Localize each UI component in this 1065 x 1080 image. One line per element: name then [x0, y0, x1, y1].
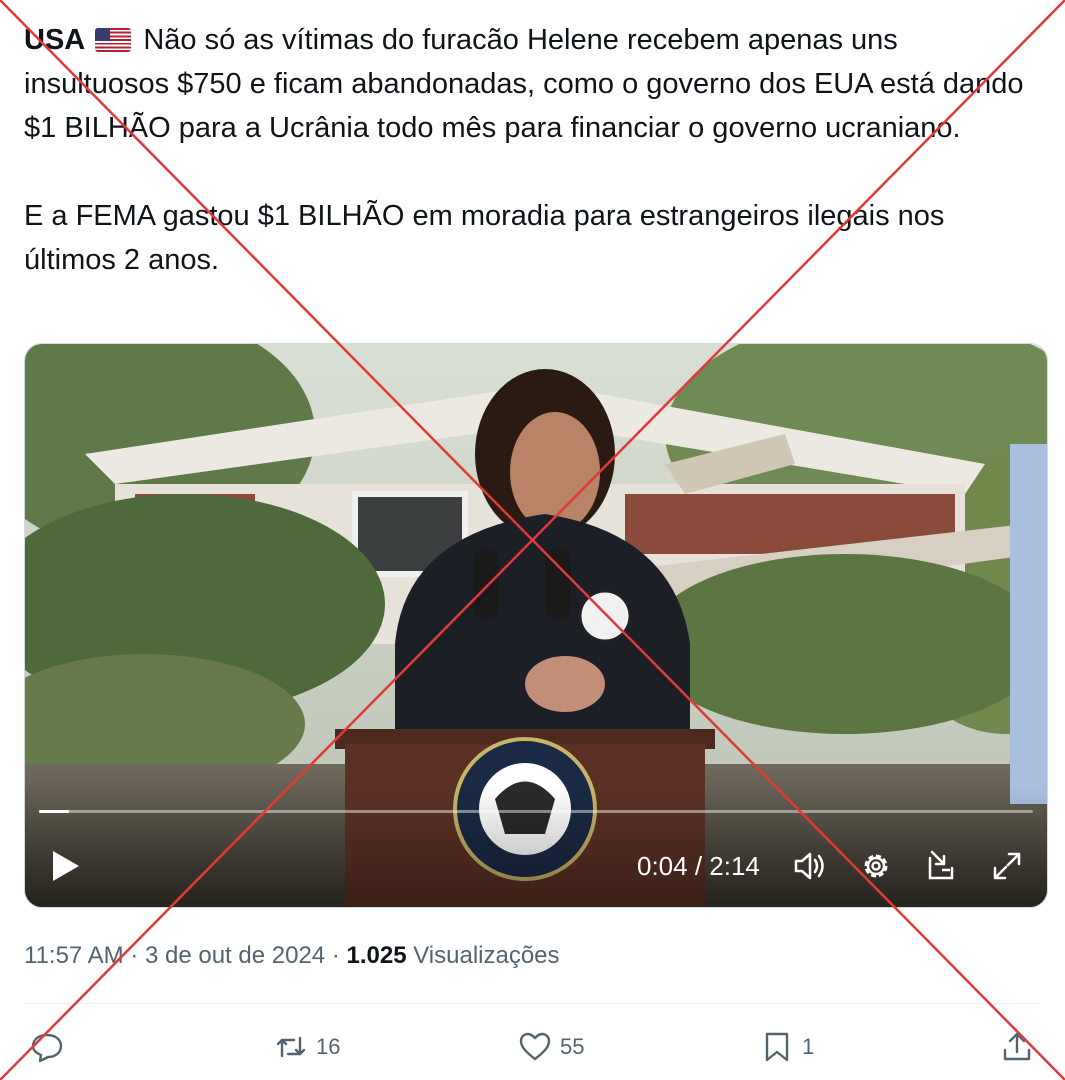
share-icon	[1003, 1032, 1031, 1061]
video-progress-fill	[39, 810, 69, 813]
fullscreen-icon[interactable]	[989, 848, 1025, 884]
tweet-text: USA Não só as vítimas do furacão Helene …	[24, 18, 1034, 282]
volume-icon[interactable]	[791, 848, 827, 884]
share-button[interactable]	[1000, 1030, 1034, 1064]
video-progress-bar[interactable]	[39, 810, 1033, 813]
meta-separator: ·	[331, 942, 347, 969]
play-icon[interactable]	[51, 849, 81, 883]
bookmark-icon	[765, 1032, 789, 1062]
action-bar: 16 55 1	[0, 1022, 1065, 1074]
tweet-paragraph-2: E a FEMA gastou $1 BILHÃO em moradia par…	[24, 200, 945, 276]
retweet-count: 16	[316, 1034, 341, 1059]
divider	[24, 1003, 1041, 1004]
reply-icon	[31, 1033, 63, 1063]
bookmark-count: 1	[802, 1034, 815, 1059]
meta-separator: ·	[130, 942, 145, 969]
author-tag: USA	[24, 24, 86, 56]
video-player[interactable]: 0:04 / 2:14	[24, 343, 1048, 908]
tweet-time[interactable]: 11:57 AM	[24, 942, 124, 969]
tweet-date[interactable]: 3 de out de 2024	[145, 942, 325, 969]
tweet-meta: 11:57 AM · 3 de out de 2024 · 1.025 Visu…	[24, 940, 560, 972]
settings-gear-icon[interactable]	[858, 848, 894, 884]
picture-in-picture-icon[interactable]	[924, 848, 960, 884]
bookmark-button[interactable]: 1	[760, 1030, 814, 1064]
reply-button[interactable]	[30, 1030, 72, 1064]
views-count: 1.025	[346, 942, 407, 969]
video-time: 0:04 / 2:14	[637, 851, 760, 881]
like-count: 55	[560, 1034, 585, 1059]
heart-icon	[519, 1032, 551, 1061]
retweet-icon	[276, 1036, 306, 1058]
like-button[interactable]: 55	[518, 1030, 584, 1064]
views-label: Visualizações	[413, 942, 560, 969]
tweet-paragraph-1: USA Não só as vítimas do furacão Helene …	[24, 18, 1034, 150]
us-flag-icon	[95, 28, 132, 52]
tweet-line-1: Não só as vítimas do furacão Helene rece…	[24, 24, 1024, 144]
video-controls-overlay	[25, 787, 1047, 907]
retweet-button[interactable]: 16	[274, 1030, 340, 1064]
